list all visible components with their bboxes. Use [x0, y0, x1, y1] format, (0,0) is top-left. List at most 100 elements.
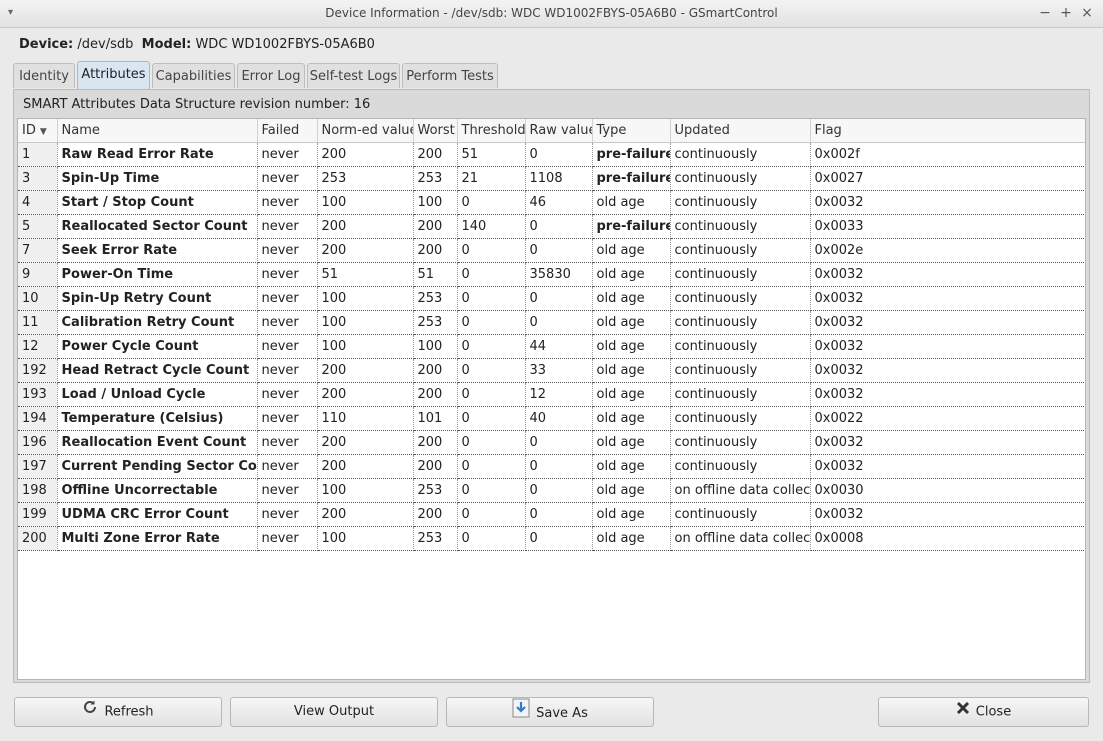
- device-value: /dev/sdb: [77, 37, 134, 52]
- table-row[interactable]: 4 Start / Stop Count never 100 100 0 46 old age…: [18, 190, 1085, 215]
- table-row[interactable]: 194 Temperature (Celsius) never 110 101 0 40 ol…: [18, 406, 1085, 431]
- cell-updated: continuously: [670, 214, 811, 239]
- table-row[interactable]: 12 Power Cycle Count never 100 100 0 44 old age…: [18, 334, 1085, 359]
- table-row[interactable]: 196 Reallocation Event Count never 200 200 0 0…: [18, 430, 1085, 455]
- cell-raw-value: 0: [525, 286, 593, 311]
- cell-id: 5: [18, 214, 58, 239]
- cell-worst: 100: [413, 334, 458, 359]
- sort-descending-icon: ▼: [39, 127, 47, 137]
- column-header-type[interactable]: Type: [592, 119, 671, 143]
- column-header-flag[interactable]: Flag: [810, 119, 1085, 143]
- cell-updated: on offline data collect.: [670, 478, 811, 503]
- cell-worst: 200: [413, 238, 458, 263]
- table-row[interactable]: 198 Offline Uncorrectable never 100 253 0 0 old…: [18, 478, 1085, 503]
- window-close-button[interactable]: ×: [1078, 4, 1096, 22]
- tab-perform-tests[interactable]: Perform Tests: [402, 63, 498, 88]
- cell-normed-value: 51: [317, 262, 414, 287]
- close-button[interactable]: Close: [878, 697, 1089, 727]
- cell-updated: continuously: [670, 286, 811, 311]
- cell-raw-value: 12: [525, 382, 593, 407]
- refresh-label: Refresh: [104, 704, 154, 720]
- tab-attributes[interactable]: Attributes: [77, 61, 150, 90]
- table-row[interactable]: 192 Head Retract Cycle Count never 200 200 0 3…: [18, 358, 1085, 383]
- column-header-id[interactable]: ID ▼: [18, 119, 58, 143]
- column-header-name[interactable]: Name: [57, 119, 258, 143]
- cell-threshold: 0: [457, 286, 526, 311]
- cell-id: 198: [18, 478, 58, 503]
- cell-normed-value: 200: [317, 142, 414, 167]
- cell-failed: never: [257, 334, 318, 359]
- refresh-button[interactable]: Refresh: [14, 697, 222, 727]
- cell-type: old age: [592, 502, 671, 527]
- tab-self-test-logs[interactable]: Self-test Logs: [307, 63, 400, 88]
- save-as-button[interactable]: Save As: [446, 697, 654, 727]
- cell-type: old age: [592, 454, 671, 479]
- cell-updated: continuously: [670, 406, 811, 431]
- cell-failed: never: [257, 526, 318, 551]
- column-header-worst[interactable]: Worst: [413, 119, 458, 143]
- cell-worst: 200: [413, 502, 458, 527]
- cell-failed: never: [257, 310, 318, 335]
- save-as-label: Save As: [536, 706, 588, 721]
- view-output-label: View Output: [293, 704, 375, 719]
- cell-flag: 0x0032: [810, 502, 1085, 527]
- column-header-failed[interactable]: Failed: [257, 119, 318, 143]
- cell-threshold: 0: [457, 478, 526, 503]
- view-output-button[interactable]: View Output: [230, 697, 438, 727]
- cell-name: Power Cycle Count: [57, 334, 258, 359]
- cell-normed-value: 200: [317, 502, 414, 527]
- table-row[interactable]: 3 Spin-Up Time never 253 253 21 1108 pre-failur…: [18, 166, 1085, 191]
- save-icon: [512, 698, 530, 729]
- cell-normed-value: 200: [317, 214, 414, 239]
- cell-flag: 0x0027: [810, 166, 1085, 191]
- table-row[interactable]: 9 Power-On Time never 51 51 0 35830 old age cont…: [18, 262, 1085, 287]
- cell-raw-value: 0: [525, 214, 593, 239]
- cell-type: old age: [592, 238, 671, 263]
- cell-name: Spin-Up Time: [57, 166, 258, 191]
- cell-flag: 0x0008: [810, 526, 1085, 551]
- cell-id: 1: [18, 142, 58, 167]
- cell-name: UDMA CRC Error Count: [57, 502, 258, 527]
- cell-name: Multi Zone Error Rate: [57, 526, 258, 551]
- tab-capabilities[interactable]: Capabilities: [152, 63, 235, 88]
- cell-threshold: 0: [457, 262, 526, 287]
- revision-text: SMART Attributes Data Structure revision…: [23, 97, 371, 112]
- tab-identity[interactable]: Identity: [13, 63, 75, 88]
- column-header-raw-value[interactable]: Raw value: [525, 119, 593, 143]
- table-row[interactable]: 1 Raw Read Error Rate never 200 200 51 0 pre-fa…: [18, 142, 1085, 167]
- table-row[interactable]: 10 Spin-Up Retry Count never 100 253 0 0 old ag…: [18, 286, 1085, 311]
- cell-type: old age: [592, 358, 671, 383]
- table-row[interactable]: 200 Multi Zone Error Rate never 100 253 0 0 old…: [18, 526, 1085, 551]
- cell-updated: continuously: [670, 430, 811, 455]
- table-row[interactable]: 11 Calibration Retry Count never 100 253 0 0 ol…: [18, 310, 1085, 335]
- cell-type: old age: [592, 430, 671, 455]
- cell-updated: continuously: [670, 382, 811, 407]
- cell-name: Raw Read Error Rate: [57, 142, 258, 167]
- column-header-updated[interactable]: Updated: [670, 119, 811, 143]
- cell-flag: 0x0033: [810, 214, 1085, 239]
- maximize-button[interactable]: +: [1057, 4, 1075, 22]
- cell-failed: never: [257, 238, 318, 263]
- cell-raw-value: 46: [525, 190, 593, 215]
- cell-type: pre-failure: [592, 214, 671, 239]
- minimize-button[interactable]: −: [1036, 4, 1054, 22]
- attributes-table-container[interactable]: ID ▼ Name Failed Norm-ed value Worst Thre…: [17, 118, 1086, 680]
- table-row[interactable]: 7 Seek Error Rate never 200 200 0 0 old age cont…: [18, 238, 1085, 263]
- table-row[interactable]: 199 UDMA CRC Error Count never 200 200 0 0 old …: [18, 502, 1085, 527]
- column-header-normed-value[interactable]: Norm-ed value: [317, 119, 414, 143]
- cell-failed: never: [257, 430, 318, 455]
- cell-updated: continuously: [670, 190, 811, 215]
- cell-threshold: 0: [457, 238, 526, 263]
- cell-raw-value: 40: [525, 406, 593, 431]
- table-row[interactable]: 197Current Pending Sector Countnever2002…: [18, 454, 1085, 479]
- cell-worst: 200: [413, 358, 458, 383]
- tab-error-log[interactable]: Error Log: [237, 63, 305, 88]
- column-header-threshold[interactable]: Threshold: [457, 119, 526, 143]
- table-row[interactable]: 5 Reallocated Sector Count never 200 200 140 0…: [18, 214, 1085, 239]
- cell-worst: 200: [413, 214, 458, 239]
- cell-id: 11: [18, 310, 58, 335]
- cell-failed: never: [257, 214, 318, 239]
- model-value: WDC WD1002FBYS-05A6B0: [195, 37, 375, 52]
- cell-id: 10: [18, 286, 58, 311]
- table-row[interactable]: 193 Load / Unload Cycle never 200 200 0 12 old …: [18, 382, 1085, 407]
